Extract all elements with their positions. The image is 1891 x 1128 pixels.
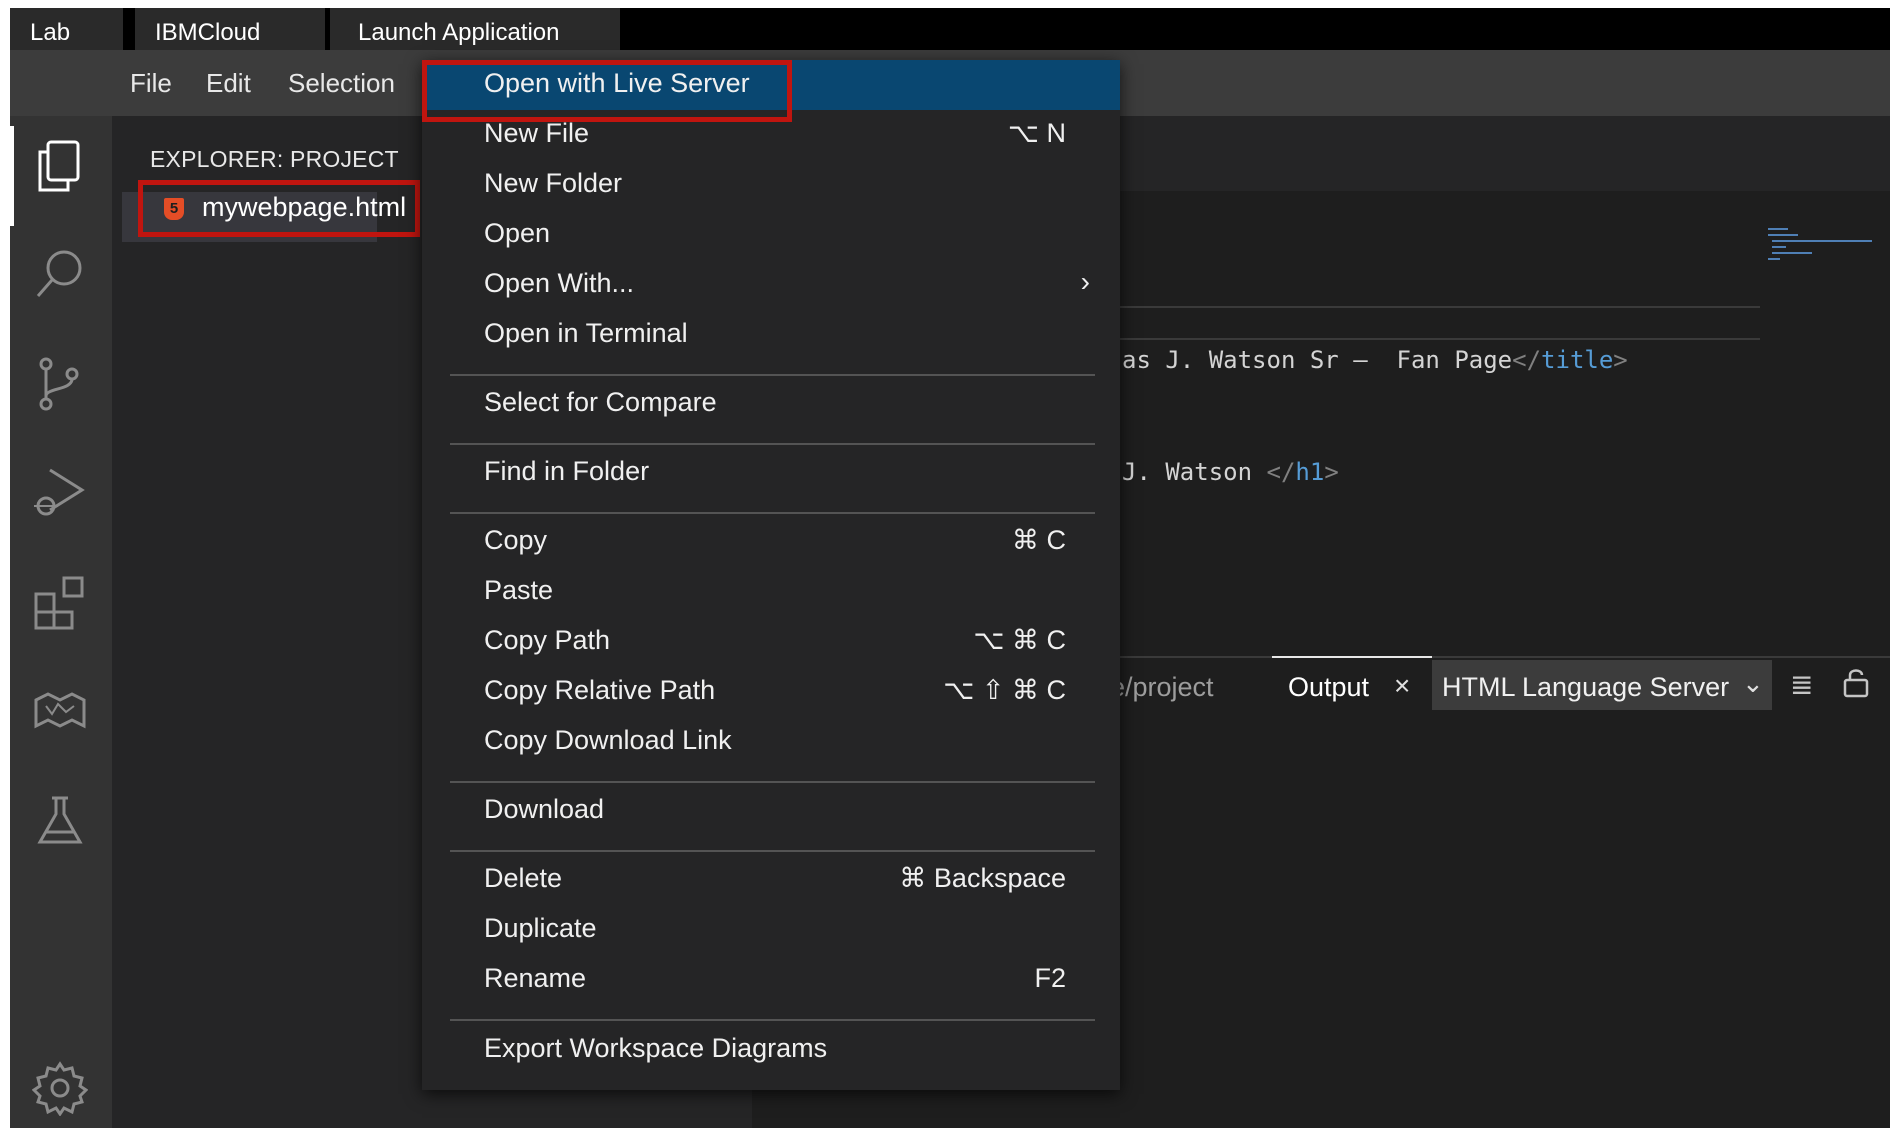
- menu-item-paste[interactable]: Paste: [422, 567, 1120, 617]
- menu-separator: [450, 374, 1095, 376]
- run-debug-icon[interactable]: [32, 464, 88, 520]
- map-icon[interactable]: [32, 684, 88, 740]
- menu-item-copy-path[interactable]: Copy Path ⌥ ⌘ C: [422, 617, 1120, 667]
- menu-separator: [450, 1019, 1095, 1021]
- clear-output-icon[interactable]: ≣: [1790, 668, 1813, 701]
- menu-item-copy[interactable]: Copy ⌘ C: [422, 517, 1120, 567]
- menu-separator: [450, 781, 1095, 783]
- search-icon[interactable]: [32, 246, 88, 302]
- terminal-path-tab[interactable]: e/project: [1110, 672, 1214, 703]
- active-indicator: [10, 126, 14, 226]
- menu-separator: [450, 443, 1095, 445]
- menu-item-select-for-compare[interactable]: Select for Compare: [422, 379, 1120, 429]
- menu-item-rename[interactable]: Rename F2: [422, 955, 1120, 1005]
- explorer-icon[interactable]: [32, 138, 88, 194]
- menu-selection[interactable]: Selection: [288, 50, 395, 116]
- menu-item-open[interactable]: Open: [422, 210, 1120, 260]
- menu-separator: [450, 512, 1095, 514]
- menu-file[interactable]: File: [130, 50, 172, 116]
- menu-item-find-in-folder[interactable]: Find in Folder: [422, 448, 1120, 498]
- top-tab-bar: Lab IBMCloud Launch Application: [10, 8, 1890, 50]
- menu-item-open-in-terminal[interactable]: Open in Terminal: [422, 310, 1120, 360]
- menu-item-new-folder[interactable]: New Folder: [422, 160, 1120, 210]
- menu-item-copy-download-link[interactable]: Copy Download Link: [422, 717, 1120, 767]
- menu-edit[interactable]: Edit: [206, 50, 251, 116]
- menu-item-export-workspace-diagrams[interactable]: Export Workspace Diagrams: [422, 1025, 1120, 1075]
- file-highlight-box: [138, 180, 420, 237]
- chevron-down-icon: ⌄: [1742, 668, 1764, 698]
- shortcut-label: ⌘ Backspace: [899, 863, 1066, 893]
- menu-item-open-with[interactable]: Open With... ›: [422, 260, 1120, 310]
- editor-rule: [1120, 306, 1760, 308]
- tab-lab[interactable]: Lab: [10, 8, 123, 50]
- close-icon[interactable]: ×: [1394, 670, 1410, 702]
- tab-ibmcloud[interactable]: IBMCloud: [135, 8, 325, 50]
- menu-item-new-file[interactable]: New File ⌥ N: [422, 110, 1120, 160]
- tab-launch-application[interactable]: Launch Application: [330, 8, 620, 50]
- editor-rule: [1120, 338, 1760, 340]
- menu-separator: [450, 850, 1095, 852]
- shortcut-label: ⌥ ⇧ ⌘ C: [943, 675, 1066, 705]
- output-tab-label: Output: [1288, 672, 1370, 702]
- chevron-right-icon: ›: [1080, 266, 1090, 297]
- shortcut-label: ⌥ N: [1007, 118, 1066, 148]
- settings-gear-icon[interactable]: [31, 1060, 89, 1117]
- shortcut-label: F2: [1034, 963, 1066, 993]
- context-menu: Open with Live Server New File ⌥ N New F…: [422, 60, 1120, 1090]
- source-control-icon[interactable]: [32, 356, 88, 412]
- lock-icon[interactable]: [1842, 666, 1870, 705]
- output-channel-label: HTML Language Server: [1442, 672, 1730, 702]
- activity-bar: [10, 116, 112, 1128]
- extensions-icon[interactable]: [32, 574, 88, 630]
- shortcut-label: ⌘ C: [1012, 525, 1066, 555]
- shortcut-label: ⌥ ⌘ C: [973, 625, 1066, 655]
- menu-item-download[interactable]: Download: [422, 786, 1120, 836]
- code-line-title: as J. Watson Sr – Fan Page</title>: [1122, 346, 1628, 374]
- minimap[interactable]: [1768, 228, 1878, 268]
- code-line-h1: J. Watson </h1>: [1122, 458, 1339, 486]
- explorer-title: EXPLORER: PROJECT: [150, 146, 399, 172]
- ide-window: Lab IBMCloud Launch Application File Edi…: [10, 8, 1890, 1128]
- menu-item-copy-relative-path[interactable]: Copy Relative Path ⌥ ⇧ ⌘ C: [422, 667, 1120, 717]
- flask-icon[interactable]: [32, 792, 88, 848]
- menu-item-duplicate[interactable]: Duplicate: [422, 905, 1120, 955]
- menu-item-delete[interactable]: Delete ⌘ Backspace: [422, 855, 1120, 905]
